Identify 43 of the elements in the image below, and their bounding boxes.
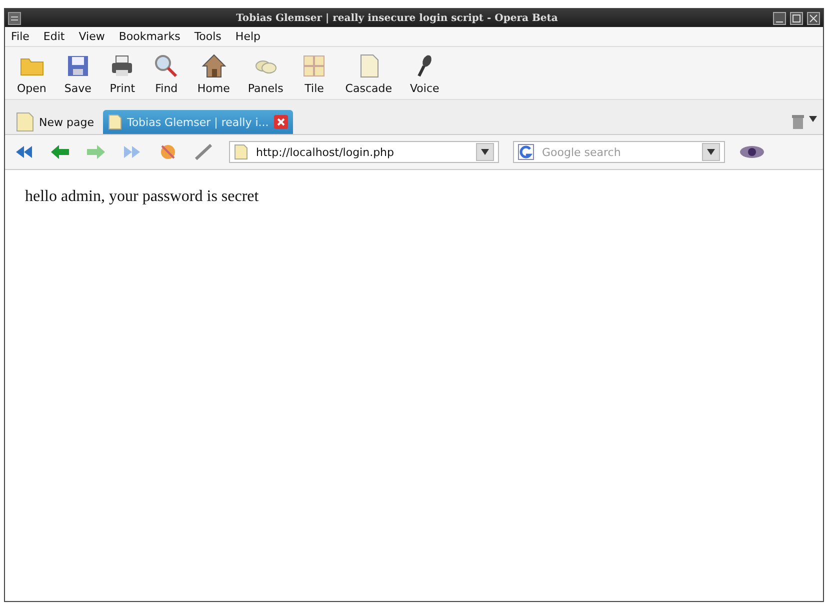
toolbar-button[interactable]: Home [191,53,236,95]
tab[interactable]: New page [11,110,99,134]
menu-item[interactable]: Bookmarks [118,30,180,43]
address-field[interactable]: http://localhost/login.php [229,141,499,163]
toolbar-button[interactable]: Panels [242,53,290,95]
toolbar-button[interactable]: Tile [295,53,334,95]
caret-icon [481,149,489,155]
page-text: hello admin, your password is secret [25,188,260,206]
eye-icon[interactable] [739,144,765,160]
search-field[interactable]: Google search [513,141,725,163]
toolbar-button[interactable]: Save [58,53,98,95]
toolbar-button[interactable]: Voice [404,53,446,95]
caret-icon [707,149,715,155]
close-icon[interactable] [274,115,288,129]
trash-icon[interactable] [791,114,805,130]
menu-item[interactable]: Tools [194,30,222,43]
minimize-icon[interactable] [773,12,786,24]
page-icon [234,144,248,160]
toolbar-button[interactable]: Find [147,53,186,95]
menu-item[interactable]: Help [235,30,260,43]
menu-item[interactable]: Edit [43,30,65,43]
new-page-icon [16,112,34,132]
tab-label: New page [39,116,94,128]
tab-label: Tobias Glemser | really i... [126,116,269,128]
back-arrow-icon[interactable] [49,143,71,161]
toolbar-button[interactable]: Open [11,53,52,95]
window-menu-icon[interactable] [8,12,21,24]
toolbar-button[interactable]: Print [103,53,142,95]
maximize-icon[interactable] [790,12,803,24]
toolbar-button[interactable]: Cascade [339,53,398,95]
search-engine-icon [518,144,534,160]
pen-icon[interactable] [193,143,215,161]
window-title: Tobias Glemser | really insecure login script - Opera Beta [235,12,559,24]
tile-grid-icon [301,53,328,79]
house-icon [200,53,227,79]
close-icon[interactable] [807,12,820,24]
dropdown-button[interactable] [702,143,720,161]
dropdown-button[interactable] [476,143,494,161]
page-icon [108,114,122,130]
caret-icon [809,116,817,122]
menu-item[interactable]: View [78,30,105,43]
menu-item[interactable]: File [11,30,30,43]
magnifier-icon [153,53,180,79]
